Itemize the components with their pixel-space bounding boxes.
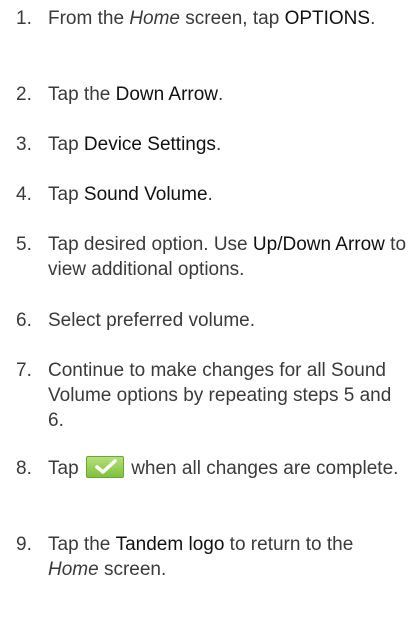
step-number: 3. (16, 134, 32, 155)
step-text: Tap Sound Volume. (48, 182, 408, 207)
text-run: screen, tap (180, 8, 285, 29)
text-run: Tap the (48, 534, 116, 555)
step-number: 9. (16, 534, 32, 555)
checkmark-icon (85, 456, 124, 478)
step-number: 4. (16, 184, 32, 205)
step-text: From the Home screen, tap OPTIONS. (48, 6, 408, 31)
text-run: to return to the (224, 534, 354, 555)
step-text: Tap the Down Arrow. (48, 82, 408, 107)
ui-term: Device Settings (83, 134, 216, 155)
step-text: Tap when all changes are complete. (48, 456, 408, 481)
text-run: Tap (48, 184, 84, 205)
ui-term: OPTIONS (284, 8, 371, 29)
step-number: 5. (16, 234, 32, 255)
step-number: 2. (16, 84, 32, 105)
text-run: Tap the (48, 84, 116, 105)
step-number: 7. (16, 360, 32, 381)
text-run: screen. (98, 559, 167, 580)
step-number: 8. (16, 458, 32, 479)
text-run: when all changes are complete. (125, 458, 399, 479)
step-text: Tap desired option. Use Up/Down Arrow to… (48, 232, 408, 282)
text-run: Select preferred volume. (48, 310, 255, 331)
step-number: 1. (16, 8, 32, 29)
step-text: Tap Device Settings. (48, 132, 408, 157)
text-run: . (215, 134, 222, 155)
text-run: Continue to make changes for all Sound V… (48, 360, 392, 431)
step-number: 6. (16, 310, 32, 331)
step-text: Select preferred volume. (48, 308, 408, 333)
instruction-page: 1. From the Home screen, tap OPTIONS. 2. Ta… (0, 0, 418, 642)
text-run: . (370, 8, 376, 29)
ui-term: Sound Volume (83, 184, 208, 205)
ui-term: Tandem logo (115, 534, 225, 555)
text-run: Tap desired option. Use (48, 234, 253, 255)
ui-term: Down Arrow (115, 84, 219, 105)
screen-name: Home (48, 559, 99, 580)
text-run: . (207, 184, 213, 205)
text-run: Tap (48, 134, 84, 155)
screen-name: Home (129, 8, 180, 29)
step-text: Tap the Tandem logo to return to the Hom… (48, 532, 408, 582)
text-run: Tap (48, 458, 84, 479)
text-run: From the (48, 8, 130, 29)
step-text: Continue to make changes for all Sound V… (48, 358, 408, 433)
text-run: . (218, 84, 224, 105)
ui-term: Up/Down Arrow (252, 234, 385, 255)
